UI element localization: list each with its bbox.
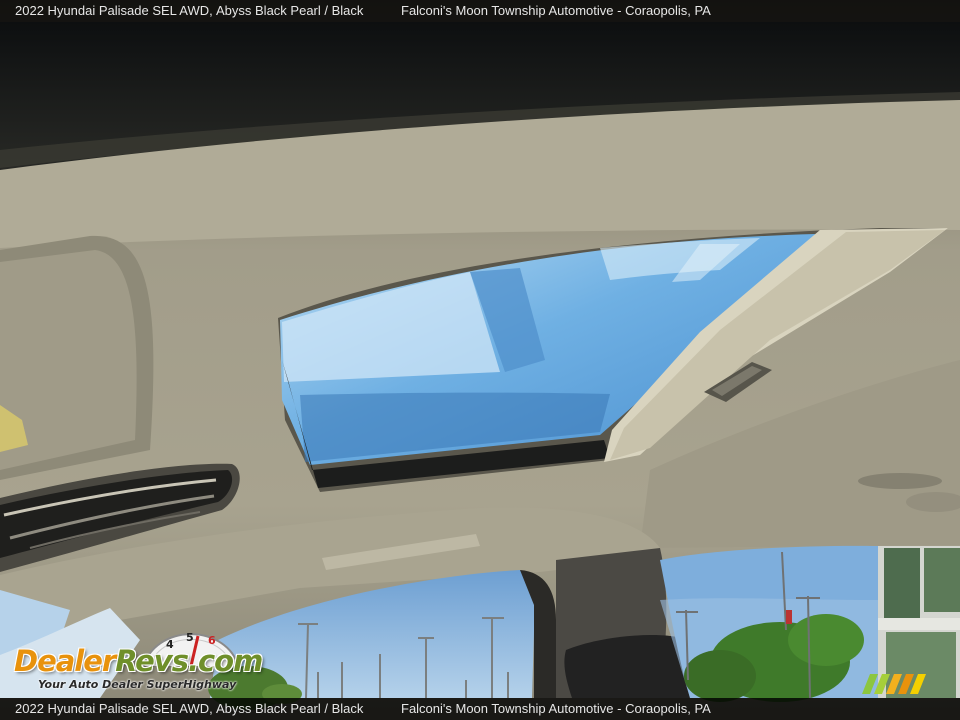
sunroof-photo bbox=[0, 0, 960, 720]
caption-dealer: Falconi's Moon Township Automotive - Cor… bbox=[401, 3, 711, 18]
wordmark-com: .com bbox=[187, 644, 263, 678]
caption-color: Abyss Black Pearl / Black bbox=[216, 3, 364, 18]
dealerrevs-watermark: 4 5 6 DealerRevs.com Your Auto Dealer Su… bbox=[10, 622, 270, 694]
wordmark-revs: Revs bbox=[115, 644, 189, 678]
gauge-number: 5 bbox=[186, 631, 194, 644]
dealerrevs-tagline: Your Auto Dealer SuperHighway bbox=[38, 678, 237, 691]
caption-bar-top: 2022 Hyundai Palisade SEL AWD, Abyss Bla… bbox=[0, 0, 960, 22]
caption-vehicle: 2022 Hyundai Palisade SEL AWD, bbox=[15, 701, 213, 716]
wordmark-dealer: Dealer bbox=[14, 644, 116, 678]
caption-vehicle: 2022 Hyundai Palisade SEL AWD, bbox=[15, 3, 213, 18]
dealerrevs-wordmark: DealerRevs.com bbox=[14, 644, 263, 678]
brand-stripes-icon bbox=[862, 674, 926, 694]
caption-bar-bottom: 2022 Hyundai Palisade SEL AWD, Abyss Bla… bbox=[0, 698, 960, 720]
caption-color: Abyss Black Pearl / Black bbox=[216, 701, 364, 716]
caption-dealer: Falconi's Moon Township Automotive - Cor… bbox=[401, 701, 711, 716]
